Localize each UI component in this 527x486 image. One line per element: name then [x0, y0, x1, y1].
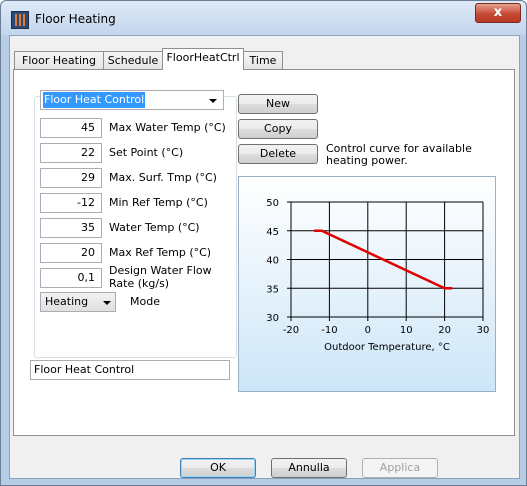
chevron-down-icon	[103, 301, 111, 305]
title-bar[interactable]: Floor Heating x	[1, 1, 526, 35]
dialog-client: Floor Heating Schedule FloorHeatCtrl Tim…	[9, 35, 520, 479]
cancel-button[interactable]: Annulla	[271, 458, 347, 478]
window-title: Floor Heating	[35, 12, 116, 26]
mode-label: Mode	[130, 295, 160, 308]
min-ref-temp-field[interactable]: -12	[40, 193, 102, 213]
chart-caption: Control curve for available heating powe…	[326, 142, 472, 167]
copy-button[interactable]: Copy	[238, 119, 318, 139]
max-water-temp-field[interactable]: 45	[40, 118, 102, 138]
tab-floor-heating[interactable]: Floor Heating	[14, 51, 104, 70]
control-curve-chart: -20 -10 0 10 20 30 30 35 40 45 50 Outdoor Temperatu…	[266, 198, 490, 353]
mode-select[interactable]: Heating	[40, 292, 116, 312]
set-point-field[interactable]: 22	[40, 143, 102, 163]
design-water-flow-field[interactable]: 0,1	[40, 268, 102, 288]
max-water-temp-label: Max Water Temp (°C)	[109, 121, 226, 134]
app-icon	[11, 11, 29, 29]
new-button[interactable]: New	[238, 94, 318, 114]
max-ref-temp-field[interactable]: 20	[40, 243, 102, 263]
chevron-down-icon	[209, 99, 217, 103]
tab-time[interactable]: Time	[243, 51, 283, 70]
tab-schedule[interactable]: Schedule	[103, 51, 163, 70]
min-ref-temp-label: Min Ref Temp (°C)	[109, 196, 208, 209]
tab-floorheatctrl[interactable]: FloorHeatCtrl	[162, 48, 244, 70]
water-temp-label: Water Temp (°C)	[109, 221, 200, 234]
design-water-flow-label: Design Water Flow Rate (kg/s)	[109, 264, 212, 290]
y-tick-label: 30	[266, 313, 279, 324]
x-tick-label: 20	[438, 325, 451, 336]
set-point-label: Set Point (°C)	[109, 146, 184, 159]
x-tick-label: 10	[400, 325, 413, 336]
dialog-window: Floor Heating x Floor Heating Schedule F…	[0, 0, 527, 486]
control-select[interactable]: Floor Heat Control	[40, 90, 224, 110]
x-tick-label: -10	[321, 325, 337, 336]
y-tick-label: 40	[266, 256, 279, 267]
y-tick-label: 45	[266, 227, 279, 238]
name-field[interactable]: Floor Heat Control	[30, 360, 230, 380]
close-button[interactable]: x	[475, 3, 521, 23]
y-tick-label: 50	[266, 198, 279, 209]
x-axis-label: Outdoor Temperature, °C	[324, 342, 450, 353]
y-tick-label: 35	[266, 284, 279, 295]
apply-button[interactable]: Applica	[362, 458, 438, 478]
max-surf-temp-label: Max. Surf. Tmp (°C)	[109, 171, 217, 184]
x-tick-label: 0	[365, 325, 371, 336]
control-curve-chart-panel: -20 -10 0 10 20 30 30 35 40 45 50 Outdoor Temperatu…	[238, 176, 496, 392]
x-tick-label: 30	[477, 325, 490, 336]
control-select-value: Floor Heat Control	[43, 92, 146, 108]
delete-button[interactable]: Delete	[238, 144, 318, 164]
max-surf-temp-field[interactable]: 29	[40, 168, 102, 188]
max-ref-temp-label: Max Ref Temp (°C)	[109, 246, 212, 259]
tab-panel: Floor Heat Control 45 Max Water Temp (°C…	[13, 69, 515, 436]
x-tick-label: -20	[283, 325, 299, 336]
water-temp-field[interactable]: 35	[40, 218, 102, 238]
ok-button[interactable]: OK	[180, 458, 256, 478]
mode-select-value: Heating	[45, 295, 89, 308]
